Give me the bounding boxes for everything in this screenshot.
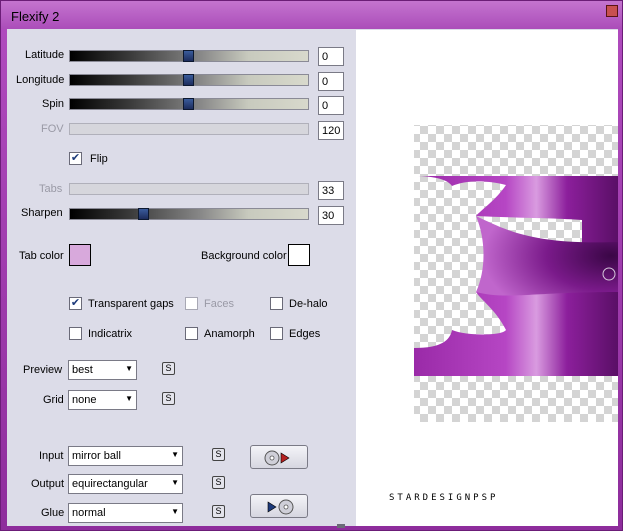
input-select-value: mirror ball bbox=[72, 450, 121, 462]
latitude-input[interactable]: 0 bbox=[318, 47, 344, 66]
transparent-gaps-checkbox[interactable]: ✔ bbox=[69, 297, 82, 310]
chevron-down-icon: ▼ bbox=[171, 450, 179, 459]
title-bar: Flexify 2 bbox=[1, 1, 622, 29]
spin-label: Spin bbox=[42, 98, 65, 110]
longitude-slider-thumb[interactable] bbox=[183, 74, 194, 86]
chevron-down-icon: ▼ bbox=[171, 478, 179, 487]
sharpen-slider[interactable] bbox=[69, 208, 309, 220]
chevron-down-icon: ▼ bbox=[171, 507, 179, 516]
window-title: Flexify 2 bbox=[11, 9, 60, 24]
preview-s-button[interactable]: S bbox=[162, 362, 175, 375]
grid-label: Grid bbox=[43, 394, 64, 406]
transparent-gaps-label: Transparent gaps bbox=[88, 298, 174, 310]
anamorph-label: Anamorph bbox=[204, 328, 255, 340]
chevron-down-icon: ▼ bbox=[125, 394, 133, 403]
spin-input[interactable]: 0 bbox=[318, 96, 344, 115]
grid-select-value: none bbox=[72, 394, 97, 406]
latitude-label: Latitude bbox=[25, 49, 65, 61]
sharpen-label: Sharpen bbox=[21, 207, 63, 219]
spin-slider[interactable] bbox=[69, 98, 309, 110]
output-select-value: equirectangular bbox=[72, 478, 148, 490]
output-s-button[interactable]: S bbox=[212, 476, 225, 489]
output-label: Output bbox=[31, 478, 65, 490]
tab-color-swatch[interactable] bbox=[69, 244, 91, 266]
background-color-label: Background color bbox=[201, 250, 287, 262]
close-button[interactable] bbox=[606, 5, 618, 17]
grid-select[interactable]: none ▼ bbox=[68, 390, 137, 410]
preview-label: Preview bbox=[23, 364, 63, 376]
tabs-label: Tabs bbox=[39, 183, 63, 195]
output-preset-button[interactable] bbox=[250, 494, 308, 518]
faces-label: Faces bbox=[204, 298, 234, 310]
anamorph-checkbox[interactable] bbox=[185, 327, 198, 340]
indicatrix-label: Indicatrix bbox=[88, 328, 133, 340]
disc-play-icon bbox=[264, 450, 290, 466]
latitude-slider-thumb[interactable] bbox=[183, 50, 194, 62]
edges-label: Edges bbox=[289, 328, 321, 340]
de-halo-label: De-halo bbox=[289, 298, 328, 310]
input-preset-button[interactable] bbox=[250, 445, 308, 469]
preview-image bbox=[414, 125, 618, 422]
preview-panel[interactable] bbox=[356, 30, 618, 526]
input-select[interactable]: mirror ball ▼ bbox=[68, 446, 183, 466]
dialog-body: Latitude 0 Longitude 0 Spin 0 FOV 120 ✔ … bbox=[7, 29, 618, 528]
play-disc-icon bbox=[267, 499, 294, 515]
input-s-button[interactable]: S bbox=[212, 448, 225, 461]
output-select[interactable]: equirectangular ▼ bbox=[68, 474, 183, 494]
fov-input[interactable]: 120 bbox=[318, 121, 344, 140]
input-label: Input bbox=[39, 450, 64, 462]
indicatrix-checkbox[interactable] bbox=[69, 327, 82, 340]
fov-slider bbox=[69, 123, 309, 135]
glue-select[interactable]: normal ▼ bbox=[68, 503, 183, 523]
flexify-window: Flexify 2 Latitude 0 Longitude 0 Spin 0 … bbox=[0, 0, 623, 531]
sharpen-input[interactable]: 30 bbox=[318, 206, 344, 225]
flip-label: Flip bbox=[90, 153, 108, 165]
preview-watermark: STARDESIGNPSP bbox=[389, 493, 499, 503]
preview-select[interactable]: best ▼ bbox=[68, 360, 137, 380]
faces-checkbox bbox=[185, 297, 198, 310]
tabs-input[interactable]: 33 bbox=[318, 181, 344, 200]
sharpen-slider-thumb[interactable] bbox=[138, 208, 149, 220]
fov-label: FOV bbox=[41, 123, 64, 135]
chevron-down-icon: ▼ bbox=[125, 364, 133, 373]
flip-checkbox[interactable]: ✔ bbox=[69, 152, 82, 165]
resize-grip[interactable] bbox=[337, 524, 345, 528]
glue-s-button[interactable]: S bbox=[212, 505, 225, 518]
longitude-input[interactable]: 0 bbox=[318, 72, 344, 91]
grid-s-button[interactable]: S bbox=[162, 392, 175, 405]
glue-select-value: normal bbox=[72, 507, 106, 519]
longitude-slider[interactable] bbox=[69, 74, 309, 86]
preview-select-value: best bbox=[72, 364, 93, 376]
latitude-slider[interactable] bbox=[69, 50, 309, 62]
background-color-swatch[interactable] bbox=[288, 244, 310, 266]
edges-checkbox[interactable] bbox=[270, 327, 283, 340]
tab-color-label: Tab color bbox=[19, 250, 64, 262]
spin-slider-thumb[interactable] bbox=[183, 98, 194, 110]
tabs-slider bbox=[69, 183, 309, 195]
de-halo-checkbox[interactable] bbox=[270, 297, 283, 310]
longitude-label: Longitude bbox=[16, 74, 65, 86]
glue-label: Glue bbox=[41, 507, 65, 519]
